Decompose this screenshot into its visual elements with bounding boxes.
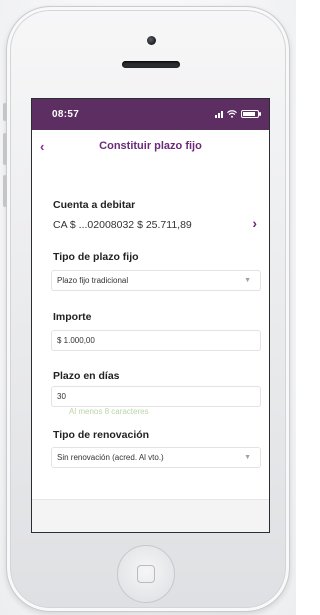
volume-down-button <box>3 175 7 207</box>
term-type-select[interactable]: Plazo fijo tradicional ▼ <box>51 270 261 291</box>
renewal-value: Sin renovación (acred. Al vto.) <box>57 453 164 462</box>
renewal-select[interactable]: Sin renovación (acred. Al vto.) ▼ <box>51 447 261 468</box>
term-type-value: Plazo fijo tradicional <box>57 276 129 285</box>
status-bar: 08:57 <box>32 99 269 130</box>
wifi-icon <box>227 110 237 118</box>
nav-bar: ‹ Constituir plazo fijo <box>32 130 269 164</box>
days-hint: Al menos 8 caracteres <box>69 407 149 416</box>
front-camera <box>147 36 156 45</box>
signal-icon <box>215 110 223 118</box>
renewal-label: Tipo de renovación <box>53 429 150 441</box>
status-time: 08:57 <box>52 109 80 120</box>
home-button[interactable] <box>117 545 175 603</box>
bottom-area <box>32 499 269 532</box>
amount-label: Importe <box>53 311 92 323</box>
term-type-label: Tipo de plazo fijo <box>53 251 139 263</box>
volume-up-button <box>3 133 7 165</box>
days-value: 30 <box>57 392 66 401</box>
amount-value: $ 1.000,00 <box>57 336 95 345</box>
app-screen: 08:57 ‹ Constituir plazo fijo Cuenta a d… <box>31 98 270 533</box>
battery-icon <box>241 110 261 118</box>
status-icons <box>215 108 261 120</box>
earpiece-speaker <box>122 61 180 68</box>
amount-input[interactable]: $ 1.000,00 <box>51 330 261 351</box>
chevron-down-icon: ▼ <box>244 277 251 284</box>
chevron-down-icon: ▼ <box>244 454 251 461</box>
days-input[interactable]: 30 <box>51 386 261 407</box>
mute-switch <box>3 103 7 121</box>
chevron-right-icon[interactable]: › <box>252 215 257 231</box>
debit-account-value[interactable]: CA $ ...02008032 $ 25.711,89 <box>53 219 192 231</box>
home-square-icon <box>137 565 155 583</box>
debit-account-label: Cuenta a debitar <box>53 199 136 211</box>
page-title: Constituir plazo fijo <box>99 140 202 152</box>
days-label: Plazo en días <box>53 370 120 382</box>
